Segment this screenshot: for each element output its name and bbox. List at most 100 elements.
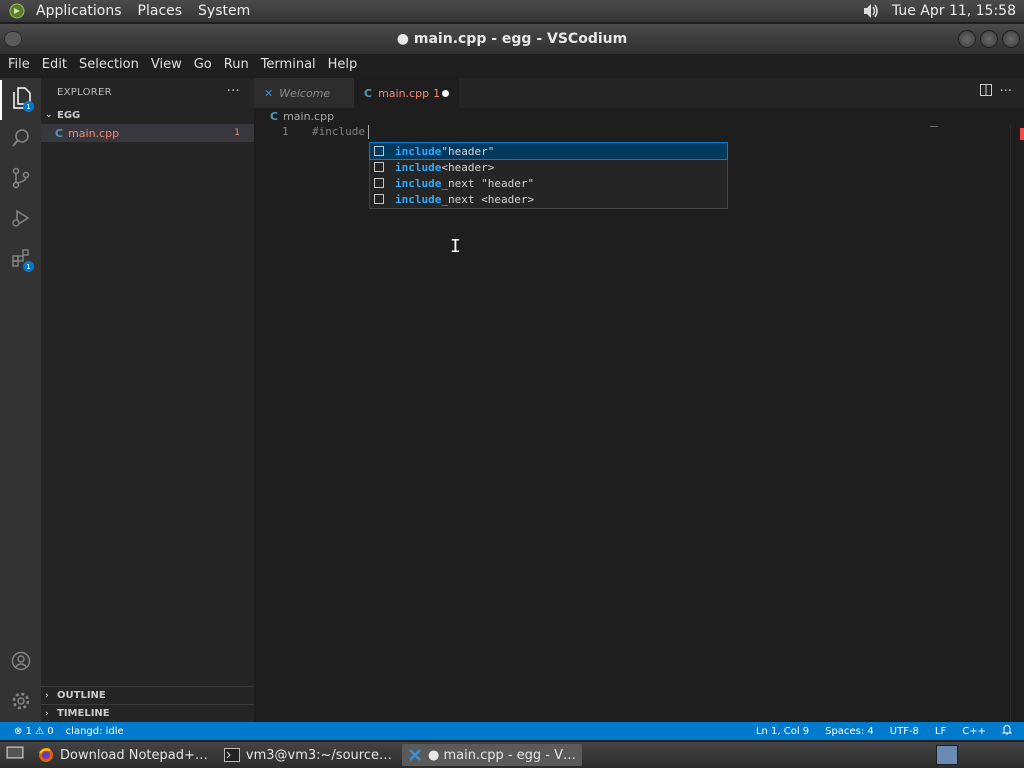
window-titlebar[interactable]: ● main.cpp - egg - VSCodium bbox=[0, 24, 1024, 54]
cursor-position[interactable]: Ln 1, Col 9 bbox=[756, 726, 809, 737]
explorer-title: EXPLORER bbox=[57, 86, 112, 98]
error-icon: ⊗ bbox=[14, 725, 23, 737]
language-mode[interactable]: C++ bbox=[962, 726, 986, 737]
volume-icon[interactable] bbox=[856, 3, 886, 19]
menu-view[interactable]: View bbox=[145, 57, 188, 72]
suggestion-widget: include "header" include <header> includ… bbox=[369, 142, 728, 209]
split-editor-icon[interactable] bbox=[979, 84, 992, 100]
menubar: File Edit Selection View Go Run Terminal… bbox=[0, 54, 1024, 74]
explorer-badge: 1 bbox=[23, 101, 34, 112]
tab-problem-count: 1 bbox=[433, 86, 441, 100]
window-menu-button[interactable] bbox=[4, 31, 22, 47]
unsaved-dot-icon[interactable] bbox=[442, 90, 449, 97]
breadcrumb-file[interactable]: main.cpp bbox=[283, 110, 334, 123]
chevron-down-icon: ⌄ bbox=[45, 110, 53, 120]
menu-selection[interactable]: Selection bbox=[73, 57, 145, 72]
timeline-section[interactable]: › TIMELINE bbox=[41, 704, 254, 722]
places-menu[interactable]: Places bbox=[130, 3, 191, 19]
desktop-icon bbox=[6, 745, 24, 765]
suggestion-item[interactable]: include "header" bbox=[369, 142, 728, 160]
menu-run[interactable]: Run bbox=[218, 57, 255, 72]
gear-icon bbox=[11, 691, 31, 715]
close-button[interactable] bbox=[1002, 30, 1020, 48]
cpp-file-icon: C bbox=[364, 86, 373, 100]
system-menu[interactable]: System bbox=[190, 3, 258, 19]
tab-welcome[interactable]: ✕ Welcome bbox=[254, 78, 354, 108]
clock[interactable]: Tue Apr 11, 15:58 bbox=[886, 3, 1024, 19]
source-control-icon bbox=[11, 167, 31, 193]
code-editor[interactable]: 1 #include bbox=[254, 124, 1024, 722]
maximize-button[interactable] bbox=[980, 30, 998, 48]
explorer-header: EXPLORER ··· bbox=[41, 78, 254, 106]
gnome-foot-icon[interactable] bbox=[6, 0, 28, 22]
search-icon bbox=[11, 128, 31, 152]
menu-go[interactable]: Go bbox=[188, 57, 218, 72]
clangd-status[interactable]: clangd: idle bbox=[66, 726, 124, 737]
bell-icon[interactable] bbox=[1001, 724, 1013, 738]
outline-section[interactable]: › OUTLINE bbox=[41, 686, 254, 704]
run-debug-icon bbox=[11, 208, 31, 232]
cpp-file-icon: C bbox=[270, 109, 279, 123]
taskbar: Download Notepad+… vm3@vm3:~/source… ● m… bbox=[0, 742, 1024, 768]
scrollbar-error-marker bbox=[1020, 128, 1024, 140]
outline-title: OUTLINE bbox=[57, 690, 106, 701]
extensions-activity[interactable]: 1 bbox=[0, 240, 41, 280]
accounts-activity[interactable] bbox=[0, 643, 41, 683]
vscodium-icon bbox=[408, 748, 422, 762]
menu-help[interactable]: Help bbox=[322, 57, 364, 72]
window-title: ● main.cpp - egg - VSCodium bbox=[396, 31, 628, 47]
timeline-title: TIMELINE bbox=[57, 708, 110, 719]
warning-icon: ⚠ bbox=[35, 725, 45, 737]
workspace-switcher[interactable] bbox=[936, 745, 958, 765]
tab-main-cpp[interactable]: C main.cpp 1 bbox=[354, 78, 459, 108]
taskbar-item-terminal[interactable]: vm3@vm3:~/source… bbox=[218, 744, 398, 766]
code-line[interactable]: #include bbox=[312, 125, 365, 138]
manage-activity[interactable] bbox=[0, 683, 41, 723]
terminal-icon bbox=[223, 748, 240, 762]
cpp-file-icon: C bbox=[55, 126, 64, 140]
menu-terminal[interactable]: Terminal bbox=[255, 57, 322, 72]
firefox-icon bbox=[38, 747, 54, 763]
run-debug-activity[interactable] bbox=[0, 200, 41, 240]
menu-file[interactable]: File bbox=[0, 57, 36, 72]
account-icon bbox=[11, 651, 31, 675]
applications-menu[interactable]: Applications bbox=[28, 3, 130, 19]
folder-section[interactable]: ⌄ EGG bbox=[41, 106, 254, 124]
file-problem-count: 1 bbox=[234, 128, 240, 138]
file-item-main-cpp[interactable]: C main.cpp 1 bbox=[41, 124, 254, 142]
minimap[interactable] bbox=[930, 126, 938, 127]
suggestion-item[interactable]: include _next "header" bbox=[370, 175, 727, 191]
tab-welcome-label: Welcome bbox=[279, 86, 331, 100]
editor-tabs: ✕ Welcome C main.cpp 1 ··· bbox=[254, 78, 1024, 108]
breadcrumb[interactable]: C main.cpp bbox=[254, 108, 1024, 124]
search-activity[interactable] bbox=[0, 120, 41, 160]
extensions-badge: 1 bbox=[23, 261, 34, 272]
tab-main-label: main.cpp bbox=[378, 86, 430, 100]
text-cursor bbox=[368, 125, 369, 139]
problems-status[interactable]: ⊗ 1 ⚠ 0 bbox=[14, 726, 54, 737]
taskbar-item-firefox[interactable]: Download Notepad+… bbox=[32, 744, 214, 766]
menu-edit[interactable]: Edit bbox=[36, 57, 73, 72]
encoding[interactable]: UTF-8 bbox=[890, 726, 919, 737]
editor-scrollbar[interactable] bbox=[1010, 124, 1024, 722]
folder-name: EGG bbox=[57, 109, 81, 121]
vscodium-icon: ✕ bbox=[264, 86, 274, 100]
end-of-line[interactable]: LF bbox=[935, 726, 946, 737]
editor-more-actions-icon[interactable]: ··· bbox=[1000, 84, 1012, 100]
explorer-more-actions-button[interactable]: ··· bbox=[227, 84, 240, 99]
explorer-sidebar: EXPLORER ··· ⌄ EGG C main.cpp 1 › OUTLIN… bbox=[41, 78, 254, 722]
minimize-button[interactable] bbox=[958, 30, 976, 48]
explorer-activity[interactable]: 1 bbox=[0, 80, 41, 120]
suggestion-item[interactable]: include _next <header> bbox=[370, 191, 727, 207]
activity-bar: 1 1 bbox=[0, 78, 41, 722]
file-name: main.cpp bbox=[68, 126, 120, 140]
taskbar-item-vscodium[interactable]: ● main.cpp - egg - V… bbox=[401, 744, 583, 766]
show-desktop-button[interactable] bbox=[2, 744, 28, 766]
snippet-icon bbox=[374, 178, 384, 188]
ibeam-cursor-icon: I bbox=[450, 236, 461, 257]
snippet-icon bbox=[374, 162, 384, 172]
source-control-activity[interactable] bbox=[0, 160, 41, 200]
top-panel: Applications Places System Tue Apr 11, 1… bbox=[0, 0, 1024, 22]
indentation[interactable]: Spaces: 4 bbox=[825, 726, 874, 737]
suggestion-item[interactable]: include <header> bbox=[370, 159, 727, 175]
